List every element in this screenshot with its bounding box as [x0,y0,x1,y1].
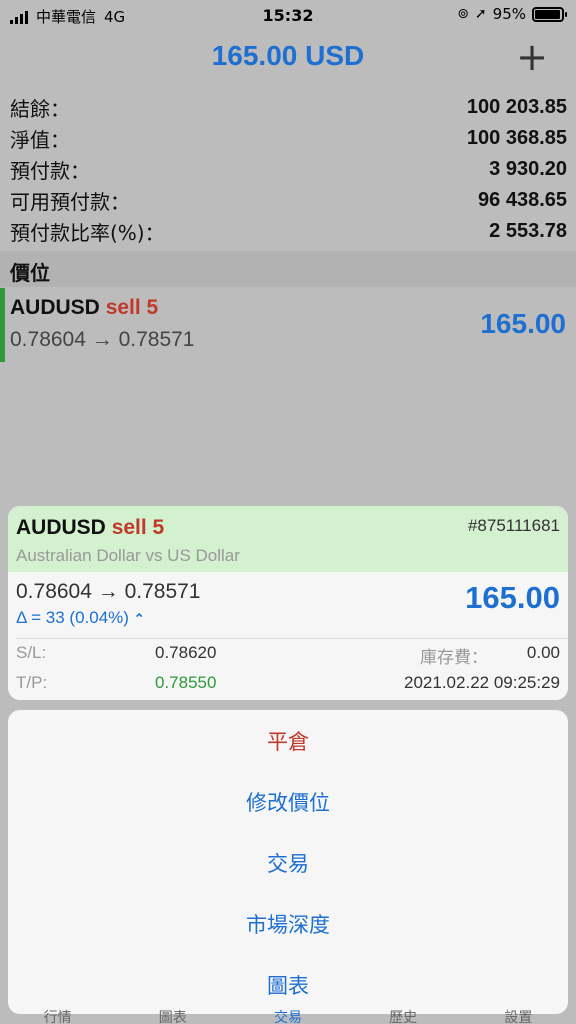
account-summary: 結餘： 100 203.85 淨值： 100 368.85 預付款： 3 930… [0,92,576,247]
trade-button[interactable]: 交易 [8,832,568,893]
summary-label: 淨值： [10,128,70,152]
profit-indicator-bar [0,288,5,362]
battery-percent: 95% [492,5,526,23]
summary-label: 結餘： [10,97,70,121]
chart-button[interactable]: 圖表 [8,954,568,1014]
position-symbol-name: AUDUSD [10,296,100,319]
action-sheet: 平倉 修改價位 交易 市場深度 圖表 [8,710,568,1014]
card-type: sell 5 [111,516,165,539]
tab-bar: 行情 圖表 交易 歷史 設置 [0,1008,576,1024]
page-title: 165.00 USD [211,40,365,71]
summary-label: 預付款： [10,159,90,183]
market-depth-button[interactable]: 市場深度 [8,893,568,954]
chevron-up-icon: ⌃ [133,611,145,626]
tab-quotes[interactable]: 行情 [44,1011,72,1024]
card-header: AUDUSD sell 5 #875111681 Australian Doll… [8,506,568,572]
summary-label: 預付款比率(%)： [10,221,165,245]
location-icon: ➚ [474,6,487,22]
battery-icon [532,6,567,22]
summary-row-margin-level: 預付款比率(%)： 2 553.78 [0,216,576,247]
orientation-lock-icon: ⊚ [457,6,469,22]
plus-icon[interactable]: + [516,38,548,76]
close-position-button[interactable]: 平倉 [8,710,568,771]
sl-label: S/L: [16,643,47,662]
summary-value: 96 438.65 [478,189,567,211]
summary-label: 可用預付款： [10,190,130,214]
position-profit: 165.00 [480,308,566,339]
card-profit: 165.00 [465,580,560,615]
summary-row-balance: 結餘： 100 203.85 [0,92,576,123]
price-delta-text: Δ = 33 (0.04%) [16,608,129,627]
status-bar: 中華電信 4G 15:32 ⊚ ➚ 95% [0,0,576,32]
tp-label: T/P: [16,673,48,692]
ticket-number: #875111681 [467,516,560,535]
battery-level [535,9,560,19]
card-symbol-name: AUDUSD [16,516,106,539]
summary-row-margin: 預付款： 3 930.20 [0,154,576,185]
summary-value: 100 203.85 [466,96,567,118]
tab-history[interactable]: 歷史 [389,1011,417,1024]
symbol-description: Australian Dollar vs US Dollar [16,546,240,565]
tab-chart[interactable]: 圖表 [159,1011,187,1024]
tp-value: 0.78550 [155,673,217,692]
tab-trade[interactable]: 交易 [274,1011,302,1024]
swap-label: 庫存費： [420,648,488,667]
summary-value: 3 930.20 [489,158,567,180]
summary-value: 100 368.85 [466,127,567,149]
price-delta: Δ = 33 (0.04%) ⌃ [16,608,145,628]
position-detail-card: AUDUSD sell 5 #875111681 Australian Doll… [8,506,568,700]
swap-value: 0.00 [526,643,560,662]
card-prices: 0.78604 → 0.78571 [16,580,201,603]
summary-row-equity: 淨值： 100 368.85 [0,123,576,154]
sl-value: 0.78620 [155,643,217,662]
summary-value: 2 553.78 [489,220,567,242]
position-symbol: AUDUSD sell 5 [10,296,158,320]
card-symbol: AUDUSD sell 5 [16,516,164,540]
open-datetime: 2021.02.22 09:25:29 [404,673,560,692]
position-type: sell 5 [105,296,159,319]
modify-position-button[interactable]: 修改價位 [8,771,568,832]
tab-settings[interactable]: 設置 [504,1011,532,1024]
section-header-positions: 價位 [0,251,576,287]
divider [16,638,568,639]
status-right: ⊚ ➚ 95% [457,5,567,23]
position-prices: 0.78604 → 0.78571 [10,328,195,351]
summary-row-free-margin: 可用預付款： 96 438.65 [0,185,576,216]
position-row[interactable]: AUDUSD sell 5 0.78604 → 0.78571 165.00 [0,288,576,362]
